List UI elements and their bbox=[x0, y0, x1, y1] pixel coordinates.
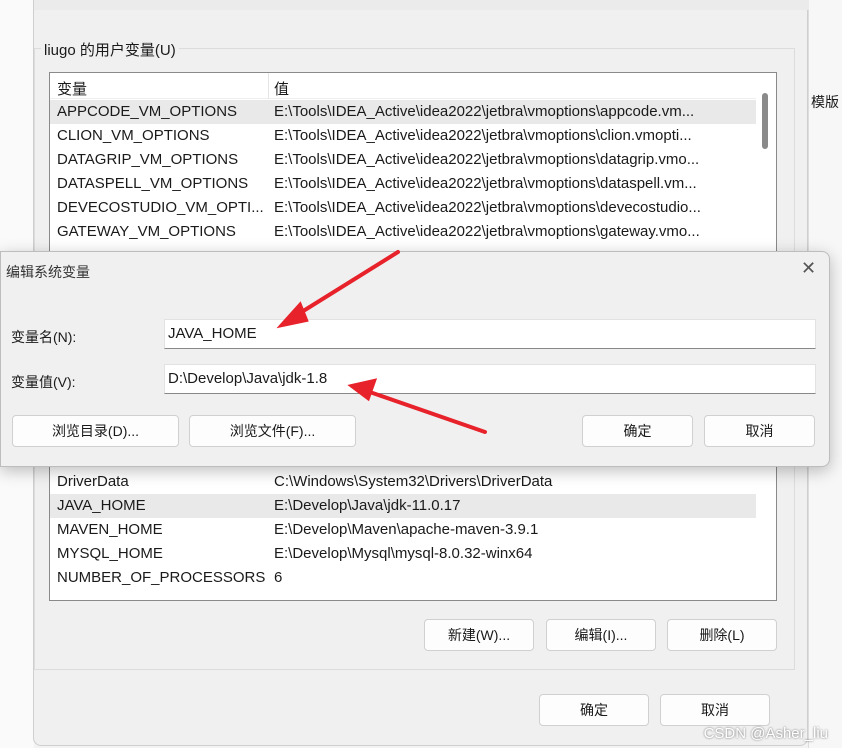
annotation-arrows bbox=[276, 250, 487, 434]
arrow-to-value bbox=[362, 388, 487, 434]
arrow-head-icon bbox=[276, 301, 309, 329]
watermark: CSDN @Asher_liu bbox=[703, 725, 828, 742]
arrow-to-name bbox=[290, 250, 400, 320]
arrow-head-icon bbox=[347, 378, 378, 402]
